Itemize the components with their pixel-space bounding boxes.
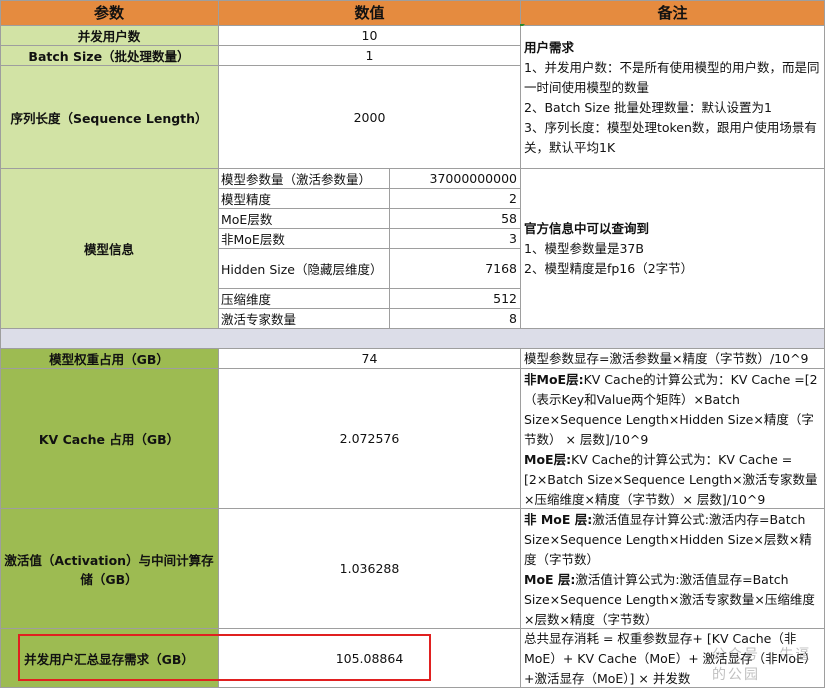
total-label[interactable]: 并发用户汇总显存需求（GB） bbox=[0, 629, 219, 688]
model-info-row-value[interactable]: 2 bbox=[390, 189, 521, 209]
weights-label[interactable]: 模型权重占用（GB） bbox=[0, 349, 219, 369]
model-info-row-name[interactable]: 模型参数量（激活参数量） bbox=[219, 169, 390, 189]
batch-size-label[interactable]: Batch Size（批处理数量） bbox=[0, 46, 219, 66]
activation-note-moe-title: MoE 层: bbox=[524, 572, 576, 587]
total-value[interactable]: 105.08864 bbox=[219, 629, 521, 688]
model-info-note-line: 2、模型精度是fp16（2字节） bbox=[524, 261, 694, 276]
kv-cache-label[interactable]: KV Cache 占用（GB） bbox=[0, 369, 219, 509]
weights-value[interactable]: 74 bbox=[219, 349, 521, 369]
model-info-label[interactable]: 模型信息 bbox=[0, 169, 219, 329]
kv-cache-note-moe-title: MoE层: bbox=[524, 452, 572, 467]
activation-note[interactable]: 非 MoE 层:激活值显存计算公式:激活内存=Batch Size×Sequen… bbox=[521, 509, 825, 629]
kv-cache-note[interactable]: 非MoE层:KV Cache的计算公式为：KV Cache =[2（表示Key和… bbox=[521, 369, 825, 509]
model-info-row-value[interactable]: 58 bbox=[390, 209, 521, 229]
model-info-row-name[interactable]: 非MoE层数 bbox=[219, 229, 390, 249]
model-info-row-value[interactable]: 37000000000 bbox=[390, 169, 521, 189]
model-info-row-value[interactable]: 512 bbox=[390, 289, 521, 309]
activation-value[interactable]: 1.036288 bbox=[219, 509, 521, 629]
model-info-row-name[interactable]: MoE层数 bbox=[219, 209, 390, 229]
model-info-row-value[interactable]: 3 bbox=[390, 229, 521, 249]
header-value[interactable]: 数值 bbox=[219, 0, 521, 26]
watermark: 公众号 · 牛逼的公园 bbox=[712, 647, 812, 683]
batch-size-value[interactable]: 1 bbox=[219, 46, 521, 66]
model-info-note[interactable]: 官方信息中可以查询到 1、模型参数量是37B 2、模型精度是fp16（2字节） bbox=[521, 169, 825, 329]
model-info-row-name[interactable]: 模型精度 bbox=[219, 189, 390, 209]
sequence-length-label[interactable]: 序列长度（Sequence Length） bbox=[0, 66, 219, 169]
sequence-length-value[interactable]: 2000 bbox=[219, 66, 521, 169]
concurrent-users-label[interactable]: 并发用户数 bbox=[0, 26, 219, 46]
user-needs-line: 1、并发用户数：不是所有使用模型的用户数，而是同一时间使用模型的数量 bbox=[524, 60, 820, 95]
user-needs-title: 用户需求 bbox=[524, 40, 575, 55]
header-param[interactable]: 参数 bbox=[0, 0, 219, 26]
kv-cache-note-moe: MoE层:KV Cache的计算公式为：KV Cache =[2×Batch S… bbox=[524, 450, 821, 508]
model-info-note-title: 官方信息中可以查询到 bbox=[524, 221, 650, 236]
user-needs-note[interactable]: 用户需求 1、并发用户数：不是所有使用模型的用户数，而是同一时间使用模型的数量 … bbox=[521, 26, 825, 169]
model-info-row-name[interactable]: 激活专家数量 bbox=[219, 309, 390, 329]
header-note[interactable]: 备注 bbox=[521, 0, 825, 26]
spreadsheet: 参数 数值 备注 并发用户数 10 Batch Size（批处理数量） 1 序列… bbox=[0, 0, 825, 688]
user-needs-line: 2、Batch Size 批量处理数量：默认设置为1 bbox=[524, 100, 772, 115]
activation-note-moe: MoE 层:激活值计算公式为:激活值显存=Batch Size×Sequence… bbox=[524, 570, 821, 628]
kv-cache-note-nonmoe: 非MoE层:KV Cache的计算公式为：KV Cache =[2（表示Key和… bbox=[524, 370, 821, 450]
kv-cache-note-nonmoe-title: 非MoE层: bbox=[524, 372, 584, 387]
model-info-note-line: 1、模型参数量是37B bbox=[524, 241, 644, 256]
activation-label[interactable]: 激活值（Activation）与中间计算存储（GB） bbox=[0, 509, 219, 629]
kv-cache-value[interactable]: 2.072576 bbox=[219, 369, 521, 509]
model-info-row-value[interactable]: 8 bbox=[390, 309, 521, 329]
separator-row bbox=[0, 329, 825, 349]
concurrent-users-value[interactable]: 10 bbox=[219, 26, 521, 46]
model-info-row-name[interactable]: 压缩维度 bbox=[219, 289, 390, 309]
weights-note[interactable]: 模型参数显存=激活参数量×精度（字节数）/10^9 bbox=[521, 349, 825, 369]
activation-note-nonmoe: 非 MoE 层:激活值显存计算公式:激活内存=Batch Size×Sequen… bbox=[524, 510, 821, 570]
model-info-row-name[interactable]: Hidden Size（隐藏层维度） bbox=[219, 249, 390, 289]
model-info-row-value[interactable]: 7168 bbox=[390, 249, 521, 289]
activation-note-nonmoe-title: 非 MoE 层: bbox=[524, 512, 593, 527]
user-needs-line: 3、序列长度：模型处理token数，跟用户使用场景有关，默认平均1K bbox=[524, 120, 817, 155]
